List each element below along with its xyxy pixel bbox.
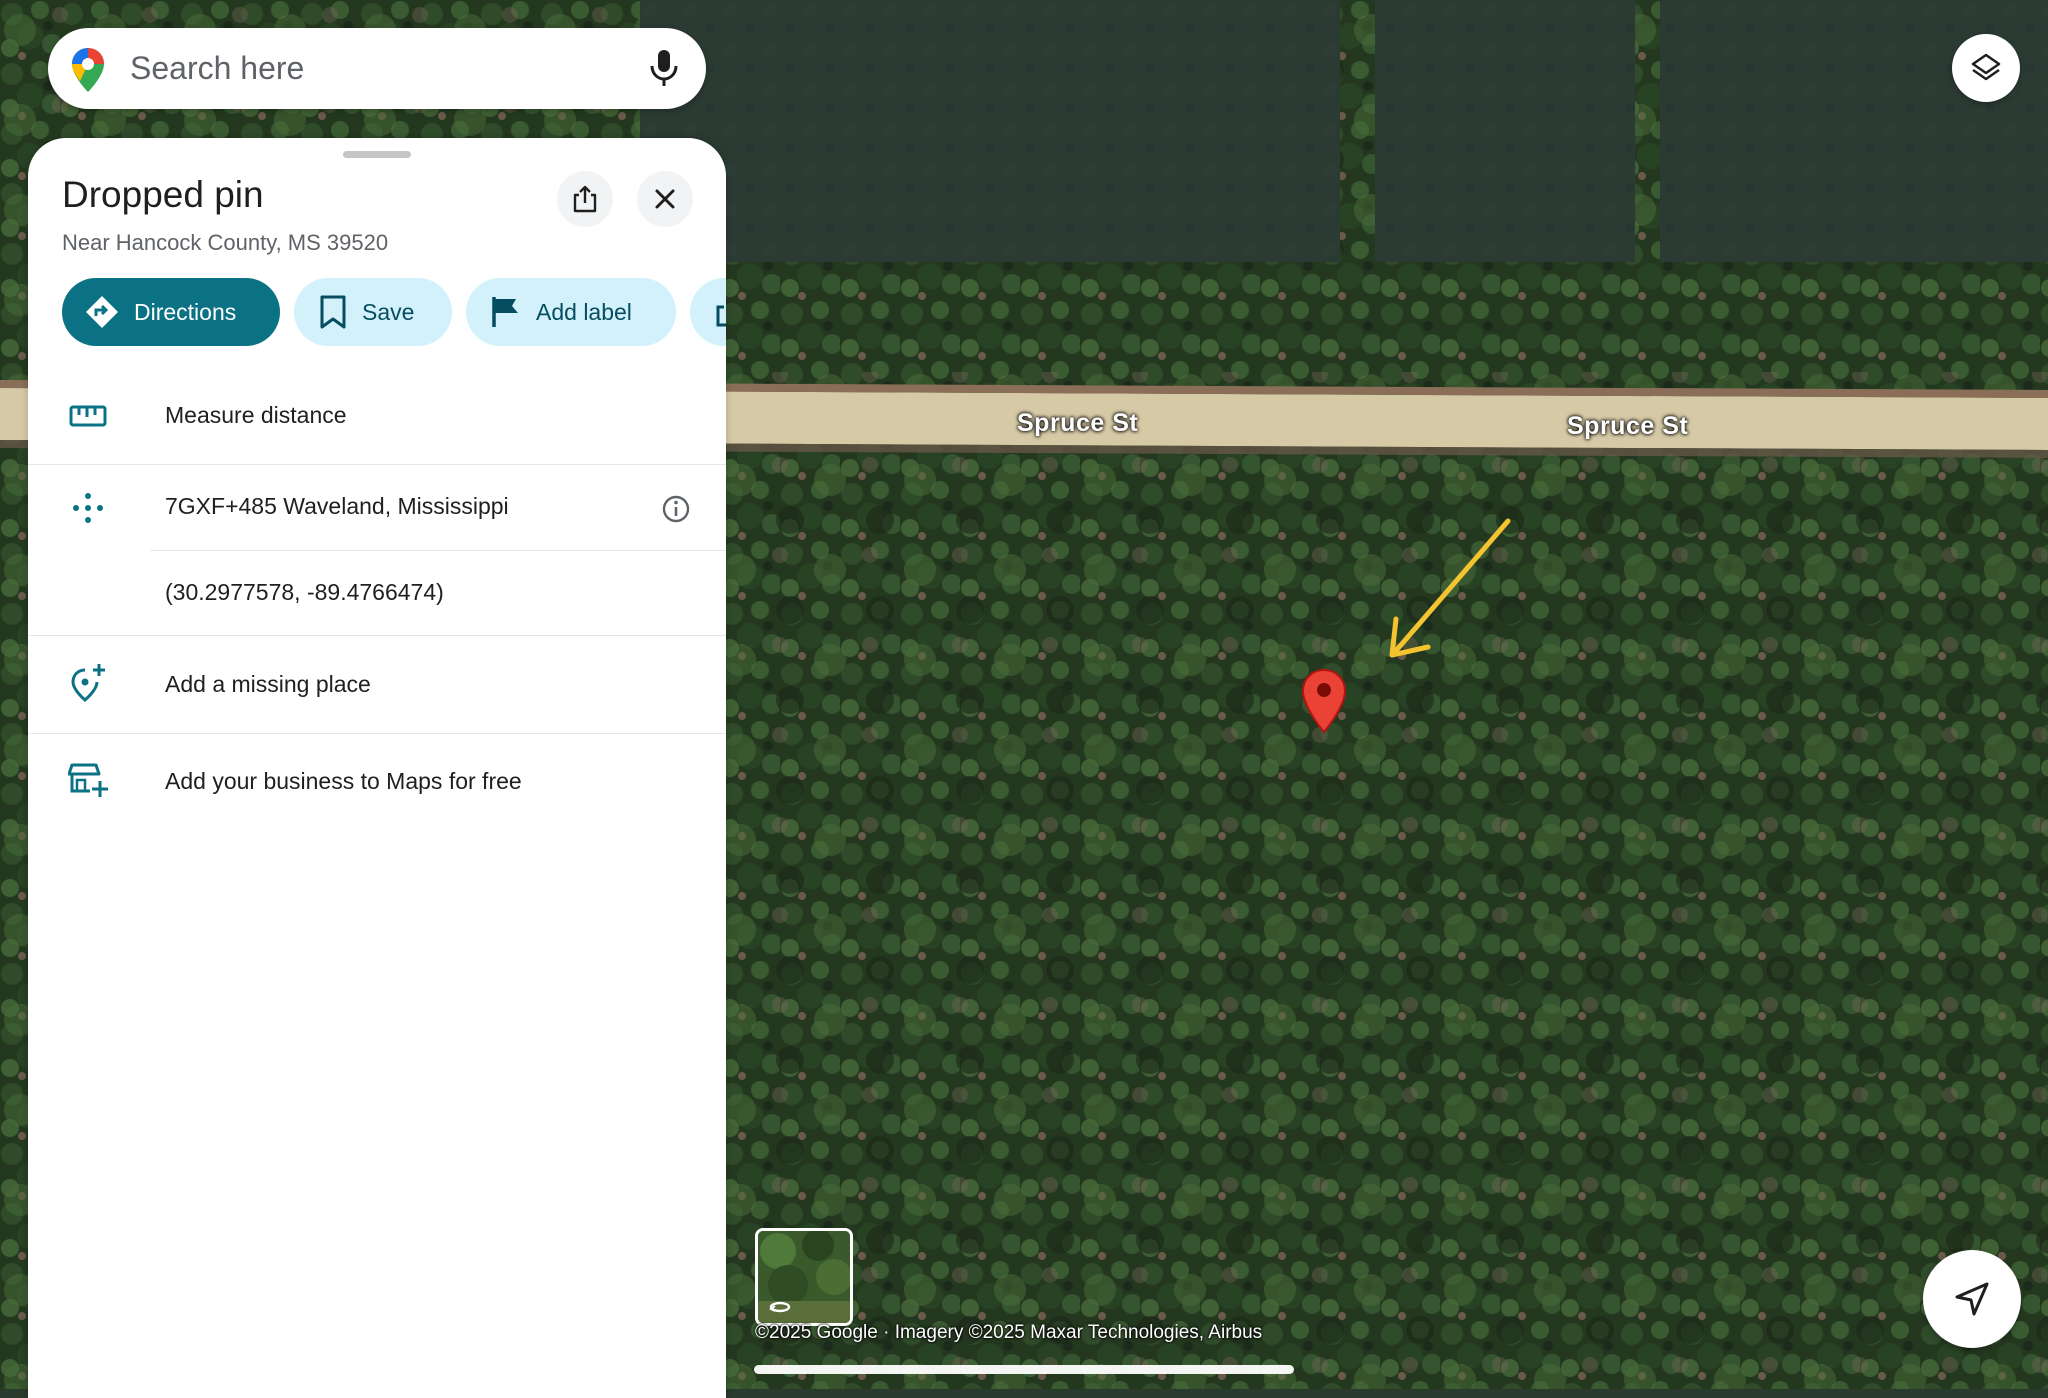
annotation-arrow bbox=[1389, 518, 1511, 658]
street-view-preview bbox=[758, 1231, 850, 1323]
add-business-item[interactable]: Add your business to Maps for free bbox=[165, 768, 522, 795]
search-bar[interactable]: Search here bbox=[48, 28, 706, 109]
share-button[interactable] bbox=[557, 171, 613, 227]
measure-distance-item[interactable]: Measure distance bbox=[165, 402, 347, 429]
directions-button[interactable]: Directions bbox=[62, 278, 280, 346]
place-subtitle: Near Hancock County, MS 39520 bbox=[62, 230, 389, 255]
divider bbox=[28, 464, 726, 465]
share-icon bbox=[716, 305, 726, 327]
mic-icon[interactable] bbox=[646, 46, 682, 90]
divider bbox=[28, 635, 726, 636]
close-icon bbox=[655, 189, 675, 209]
google-maps-logo-icon bbox=[72, 48, 104, 92]
ruler-icon bbox=[68, 396, 108, 436]
divider bbox=[28, 733, 726, 734]
share-icon bbox=[573, 185, 597, 213]
add-business-icon bbox=[68, 760, 108, 800]
horizontal-scrollbar[interactable] bbox=[754, 1365, 1294, 1374]
my-location-button[interactable] bbox=[1923, 1250, 2021, 1348]
more-action-chip[interactable] bbox=[690, 278, 726, 346]
add-missing-place-item[interactable]: Add a missing place bbox=[165, 671, 371, 698]
road-label: Spruce St bbox=[1567, 412, 1689, 440]
plus-code-text[interactable]: 7GXF+485 Waveland, Mississippi bbox=[165, 493, 509, 520]
layers-icon bbox=[1971, 53, 2001, 81]
layers-button[interactable] bbox=[1952, 34, 2020, 102]
directions-label: Directions bbox=[134, 298, 237, 325]
divider bbox=[150, 550, 726, 551]
add-label-button[interactable]: Add label bbox=[466, 278, 676, 346]
drag-handle[interactable] bbox=[343, 151, 411, 158]
save-button[interactable]: Save bbox=[294, 278, 452, 346]
bookmark-icon bbox=[320, 295, 346, 329]
map-attribution: ©2025 Google · Imagery ©2025 Maxar Techn… bbox=[755, 1322, 1263, 1343]
save-label: Save bbox=[362, 298, 415, 325]
place-panel: Dropped pin Near Hancock County, MS 3952… bbox=[28, 138, 726, 1398]
plus-code-icon bbox=[68, 488, 108, 528]
flag-icon bbox=[492, 297, 518, 327]
close-button[interactable] bbox=[637, 171, 693, 227]
add-label-label: Add label bbox=[536, 298, 632, 325]
navigation-arrow-icon bbox=[1955, 1282, 1989, 1316]
coordinates-text[interactable]: (30.2977578, -89.4766474) bbox=[165, 579, 444, 606]
add-location-icon bbox=[68, 662, 108, 702]
dropped-pin-marker[interactable] bbox=[1301, 668, 1347, 736]
street-view-thumbnail[interactable] bbox=[755, 1228, 853, 1326]
info-icon[interactable] bbox=[661, 494, 691, 524]
road-label: Spruce St bbox=[1017, 409, 1139, 437]
place-title: Dropped pin bbox=[62, 174, 264, 215]
directions-icon bbox=[86, 296, 118, 328]
search-input[interactable]: Search here bbox=[130, 50, 304, 87]
